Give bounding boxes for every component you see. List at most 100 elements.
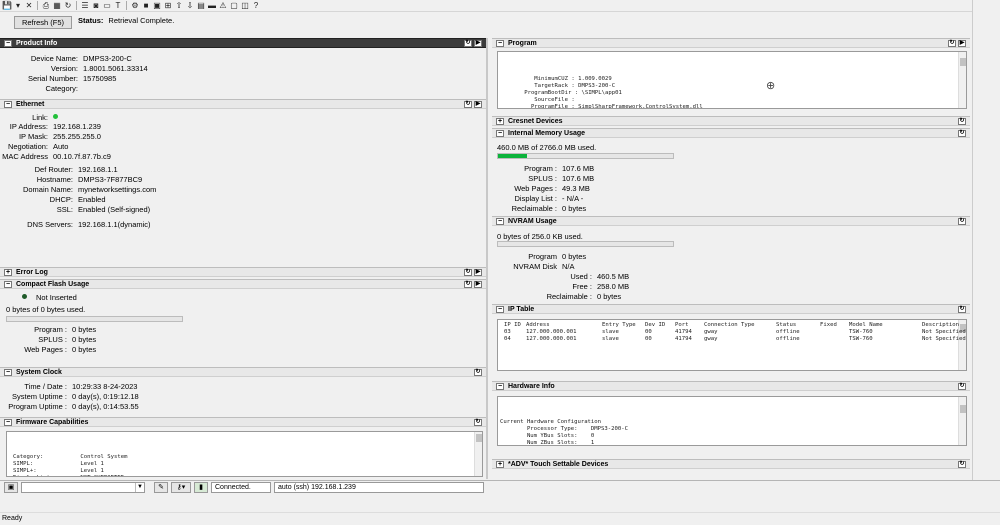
info-value: 192.168.1.1: [78, 165, 118, 174]
refresh-icon[interactable]: ↻: [63, 1, 73, 11]
expand-icon[interactable]: +: [4, 268, 12, 276]
collapse-icon[interactable]: −: [4, 368, 12, 376]
ip-table-header[interactable]: − IP Table ↻: [492, 304, 970, 314]
table-cell: IP ID: [504, 322, 521, 328]
scrollbar[interactable]: [474, 432, 482, 476]
chip-icon[interactable]: ▣: [152, 1, 162, 11]
product-info-header[interactable]: − Product Info ↻ ▶: [0, 38, 486, 48]
refresh-icon[interactable]: ↻: [464, 280, 472, 288]
text-line: Processor Type: DMPS3-200-C: [500, 426, 628, 433]
refresh-icon[interactable]: ↻: [474, 418, 482, 426]
text-line: MinimumCUZ : 1.009.0029: [504, 76, 612, 83]
touch-settable-header[interactable]: + *ADV* Touch Settable Devices ↻: [492, 459, 970, 469]
device-combo[interactable]: ▼: [21, 482, 145, 493]
grid-icon[interactable]: ▦: [52, 1, 62, 11]
key-icon[interactable]: ⚷▾: [171, 482, 191, 493]
nvram-header[interactable]: − NVRAM Usage ↻: [492, 216, 970, 226]
internal-memory-header[interactable]: − Internal Memory Usage ↻: [492, 128, 970, 138]
expand-icon[interactable]: +: [496, 460, 504, 468]
ip-table[interactable]: IP ID Address Entry Type Dev ID Port Connecti…: [497, 319, 967, 371]
ethernet-header[interactable]: − Ethernet ↻ ▶: [0, 99, 486, 109]
edit-icon[interactable]: ✎: [154, 482, 168, 493]
connection-address[interactable]: auto (ssh) 192.168.1.239: [274, 482, 484, 493]
refresh-icon[interactable]: ↻: [958, 217, 966, 225]
info-label: Def Router:: [34, 165, 73, 174]
collapse-icon[interactable]: −: [496, 382, 504, 390]
refresh-icon[interactable]: ↻: [958, 305, 966, 313]
hardware-text[interactable]: Current Hardware Configuration Processor…: [497, 396, 967, 446]
play-icon[interactable]: ▶: [474, 100, 482, 108]
refresh-icon[interactable]: ↻: [464, 268, 472, 276]
text-icon[interactable]: T: [113, 1, 123, 11]
error-log-header[interactable]: + Error Log ↻ ▶: [0, 267, 486, 277]
play-icon[interactable]: ▶: [474, 39, 482, 47]
collapse-icon[interactable]: −: [496, 305, 504, 313]
refresh-icon[interactable]: ↻: [464, 39, 472, 47]
refresh-icon[interactable]: ↻: [464, 100, 472, 108]
window-icon[interactable]: ▢: [229, 1, 239, 11]
disk-icon[interactable]: ◙: [91, 1, 101, 11]
collapse-icon[interactable]: −: [4, 418, 12, 426]
close-icon[interactable]: ✕: [24, 1, 34, 11]
info-label: DHCP:: [49, 195, 73, 204]
firmware-text[interactable]: Category: Control System SIMPL: Level 1 SI…: [6, 431, 483, 477]
info-label: Negotiation:: [7, 142, 48, 151]
hardware-header[interactable]: − Hardware Info ↻: [492, 381, 970, 391]
scrollbar[interactable]: [958, 320, 966, 370]
collapse-icon[interactable]: −: [496, 129, 504, 137]
cf-progress: [6, 316, 183, 322]
info-row: SSL: Enabled (Self-signed): [0, 205, 150, 214]
console-button[interactable]: ▣: [4, 482, 18, 493]
scrollbar[interactable]: [958, 397, 966, 445]
program-text[interactable]: MinimumCUZ : 1.009.0029 TargetRack : DMP…: [497, 51, 967, 109]
play-icon[interactable]: ▶: [958, 39, 966, 47]
collapse-icon[interactable]: −: [496, 217, 504, 225]
help-icon[interactable]: ?: [251, 1, 261, 11]
program-header[interactable]: − Program ↻ ▶: [492, 38, 970, 48]
table-cell: 41794: [675, 329, 692, 335]
firmware-header[interactable]: − Firmware Capabilities ↻: [0, 417, 486, 427]
expand-icon[interactable]: +: [496, 117, 504, 125]
compact-flash-header[interactable]: − Compact Flash Usage ↻ ▶: [0, 279, 486, 289]
gear-icon[interactable]: ⚙: [130, 1, 140, 11]
play-icon[interactable]: ▶: [474, 268, 482, 276]
save-as-icon[interactable]: ▾: [13, 1, 23, 11]
refresh-icon[interactable]: ↻: [958, 460, 966, 468]
refresh-icon[interactable]: ↻: [474, 368, 482, 376]
collapse-icon[interactable]: −: [4, 100, 12, 108]
list-icon[interactable]: ☰: [80, 1, 90, 11]
table-cell: slave: [602, 336, 619, 342]
save-icon[interactable]: 💾: [2, 1, 12, 11]
refresh-icon[interactable]: ↻: [958, 117, 966, 125]
refresh-icon[interactable]: ↻: [958, 382, 966, 390]
print-icon[interactable]: ⎙: [41, 1, 51, 11]
refresh-icon[interactable]: ↻: [958, 129, 966, 137]
chat-icon[interactable]: ◫: [240, 1, 250, 11]
stop-icon[interactable]: ■: [141, 1, 151, 11]
ethernet-title: Ethernet: [16, 100, 45, 108]
info-row: Display List : - N/A -: [492, 194, 583, 203]
warning-icon[interactable]: ⚠: [218, 1, 228, 11]
chevron-down-icon[interactable]: ▼: [135, 483, 144, 492]
info-value: 0 day(s), 0:19:12.18: [72, 392, 139, 401]
info-label: Program :: [524, 164, 557, 173]
scrollbar[interactable]: [958, 52, 966, 108]
dns-value: 192.168.1.1(dynamic): [78, 220, 151, 229]
folder-icon[interactable]: ▭: [102, 1, 112, 11]
download-icon[interactable]: ⇩: [185, 1, 195, 11]
toolbar-separator: [76, 1, 77, 10]
play-icon[interactable]: ▶: [474, 280, 482, 288]
collapse-icon[interactable]: −: [4, 280, 12, 288]
collapse-icon[interactable]: −: [4, 39, 12, 47]
network-icon[interactable]: ⊞: [163, 1, 173, 11]
cresnet-header[interactable]: + Cresnet Devices ↻: [492, 116, 970, 126]
upload-icon[interactable]: ⇧: [174, 1, 184, 11]
system-clock-header[interactable]: − System Clock ↻: [0, 367, 486, 377]
package-icon[interactable]: ▤: [196, 1, 206, 11]
collapse-icon[interactable]: −: [496, 39, 504, 47]
refresh-button[interactable]: Refresh (F5): [14, 16, 72, 29]
connect-icon[interactable]: ▮: [194, 482, 208, 493]
refresh-icon[interactable]: ↻: [948, 39, 956, 47]
terminal-icon[interactable]: ▬: [207, 1, 217, 11]
right-scroll-strip[interactable]: [972, 0, 1000, 480]
